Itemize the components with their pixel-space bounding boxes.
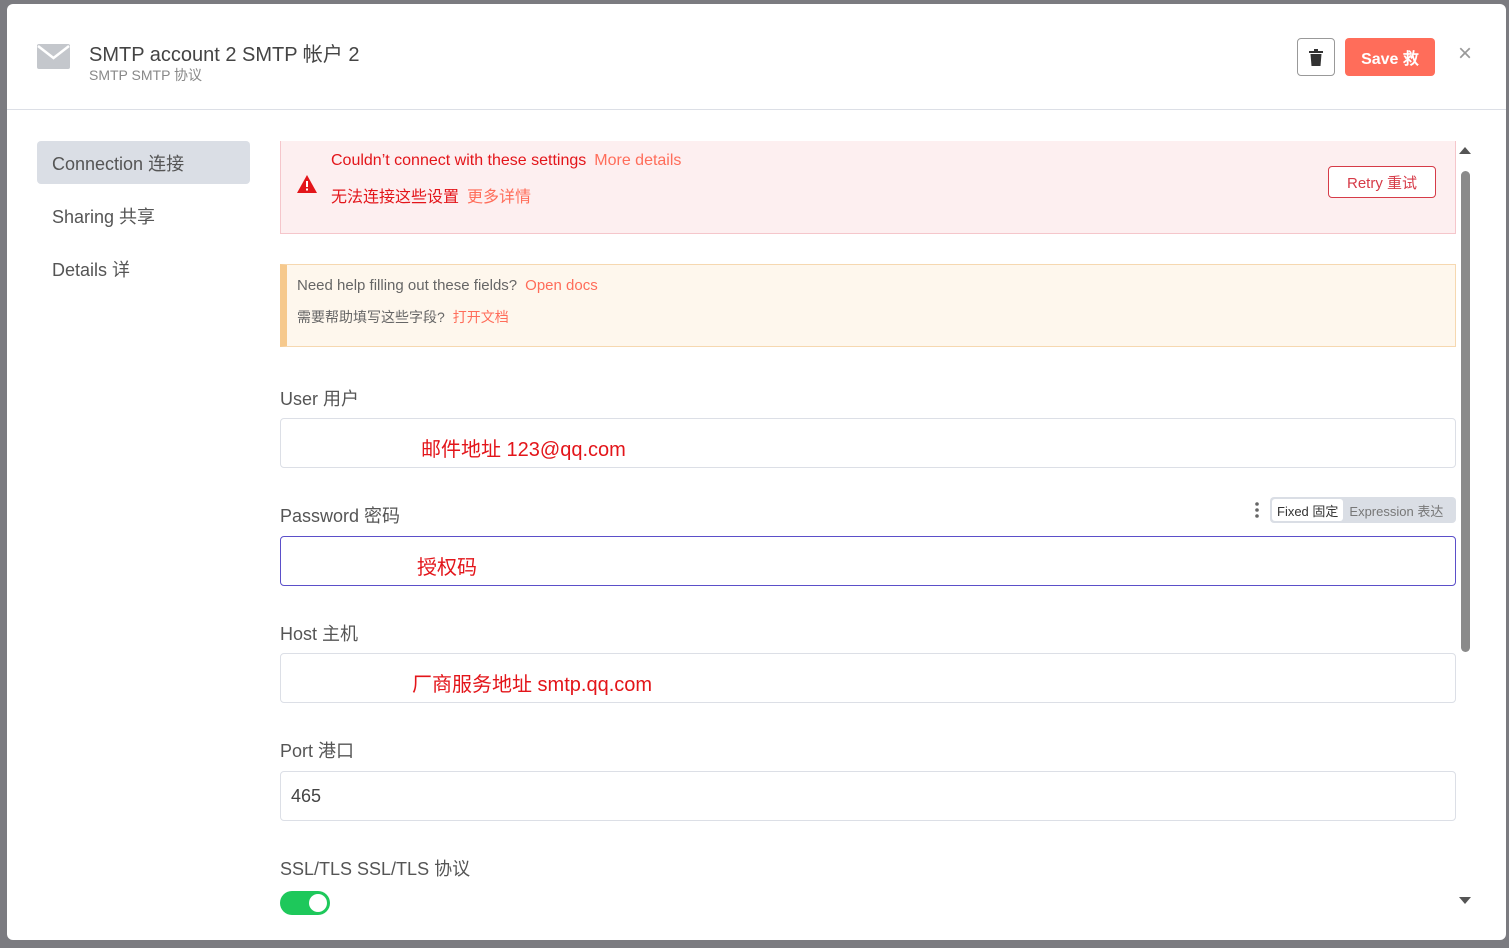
mail-icon bbox=[37, 44, 70, 69]
toggle-knob bbox=[309, 894, 327, 912]
connection-form: Couldn’t connect with these settings More… bbox=[280, 141, 1456, 940]
error-message: Couldn’t connect with these settings More… bbox=[331, 152, 681, 170]
ssl-label: SSL/TLS SSL/TLS 协议 bbox=[280, 859, 471, 879]
page-title: SMTP account 2 SMTP 帐户 2 bbox=[89, 44, 360, 66]
help-message: Need help filling out these fields? Open … bbox=[297, 277, 598, 294]
password-annotation: 授权码 bbox=[417, 557, 477, 579]
scroll-thumb[interactable] bbox=[1461, 171, 1470, 652]
port-value: 465 bbox=[291, 786, 322, 806]
delete-button[interactable] bbox=[1297, 38, 1335, 76]
page-subtitle: SMTP SMTP 协议 bbox=[89, 67, 203, 83]
help-text-translation: 需要帮助填写这些字段? bbox=[297, 309, 445, 325]
scrollbar[interactable] bbox=[1458, 141, 1474, 910]
sidebar: Connection 连接 Sharing 共享 Details 详 bbox=[37, 141, 250, 300]
mode-fixed-option[interactable]: Fixed 固定 bbox=[1272, 499, 1344, 521]
scroll-down-icon[interactable] bbox=[1459, 897, 1471, 904]
close-icon[interactable]: × bbox=[1455, 42, 1475, 66]
sidebar-item-sharing[interactable]: Sharing 共享 bbox=[37, 194, 250, 237]
save-button[interactable]: Save 救 bbox=[1345, 38, 1435, 76]
error-text: Couldn’t connect with these settings bbox=[331, 152, 587, 169]
password-field[interactable]: 授权码 bbox=[280, 536, 1456, 586]
port-field[interactable]: 465 bbox=[280, 771, 1456, 821]
credential-modal: SMTP account 2 SMTP 帐户 2 SMTP SMTP 协议 Sa… bbox=[7, 4, 1506, 940]
open-docs-link[interactable]: Open docs bbox=[525, 277, 598, 294]
sidebar-item-details[interactable]: Details 详 bbox=[37, 247, 250, 290]
retry-button[interactable]: Retry 重试 bbox=[1328, 166, 1436, 198]
modal-header: SMTP account 2 SMTP 帐户 2 SMTP SMTP 协议 Sa… bbox=[7, 4, 1506, 110]
host-field[interactable]: 厂商服务地址 smtp.qq.com bbox=[280, 653, 1456, 703]
error-message-translation: 无法连接这些设置 更多详情 bbox=[331, 183, 531, 207]
scroll-up-icon[interactable] bbox=[1459, 147, 1471, 154]
ssl-toggle[interactable] bbox=[280, 891, 330, 915]
help-text: Need help filling out these fields? bbox=[297, 277, 518, 294]
mode-expression-option[interactable]: Expression 表达 bbox=[1343, 501, 1449, 520]
user-annotation: 邮件地址 123@qq.com bbox=[421, 439, 626, 461]
more-details-link-translation[interactable]: 更多详情 bbox=[467, 189, 531, 206]
host-label: Host 主机 bbox=[280, 624, 359, 644]
error-alert: Couldn’t connect with these settings More… bbox=[280, 141, 1456, 234]
user-field[interactable]: 邮件地址 123@qq.com bbox=[280, 418, 1456, 468]
more-options-icon[interactable] bbox=[1254, 501, 1260, 519]
host-annotation: 厂商服务地址 smtp.qq.com bbox=[412, 674, 653, 696]
help-notice: Need help filling out these fields? Open … bbox=[280, 264, 1456, 347]
value-mode-toggle: Fixed 固定 Expression 表达 bbox=[1270, 497, 1456, 523]
help-message-translation: 需要帮助填写这些字段? 打开文档 bbox=[297, 307, 509, 327]
open-docs-link-translation[interactable]: 打开文档 bbox=[453, 309, 509, 325]
error-text-translation: 无法连接这些设置 bbox=[331, 189, 460, 206]
password-label: Password 密码 bbox=[280, 506, 401, 526]
user-label: User 用户 bbox=[280, 389, 360, 409]
warning-icon bbox=[297, 175, 317, 193]
port-label: Port 港口 bbox=[280, 741, 355, 761]
trash-icon bbox=[1309, 48, 1323, 66]
more-details-link[interactable]: More details bbox=[594, 152, 681, 169]
sidebar-item-connection[interactable]: Connection 连接 bbox=[37, 141, 250, 184]
